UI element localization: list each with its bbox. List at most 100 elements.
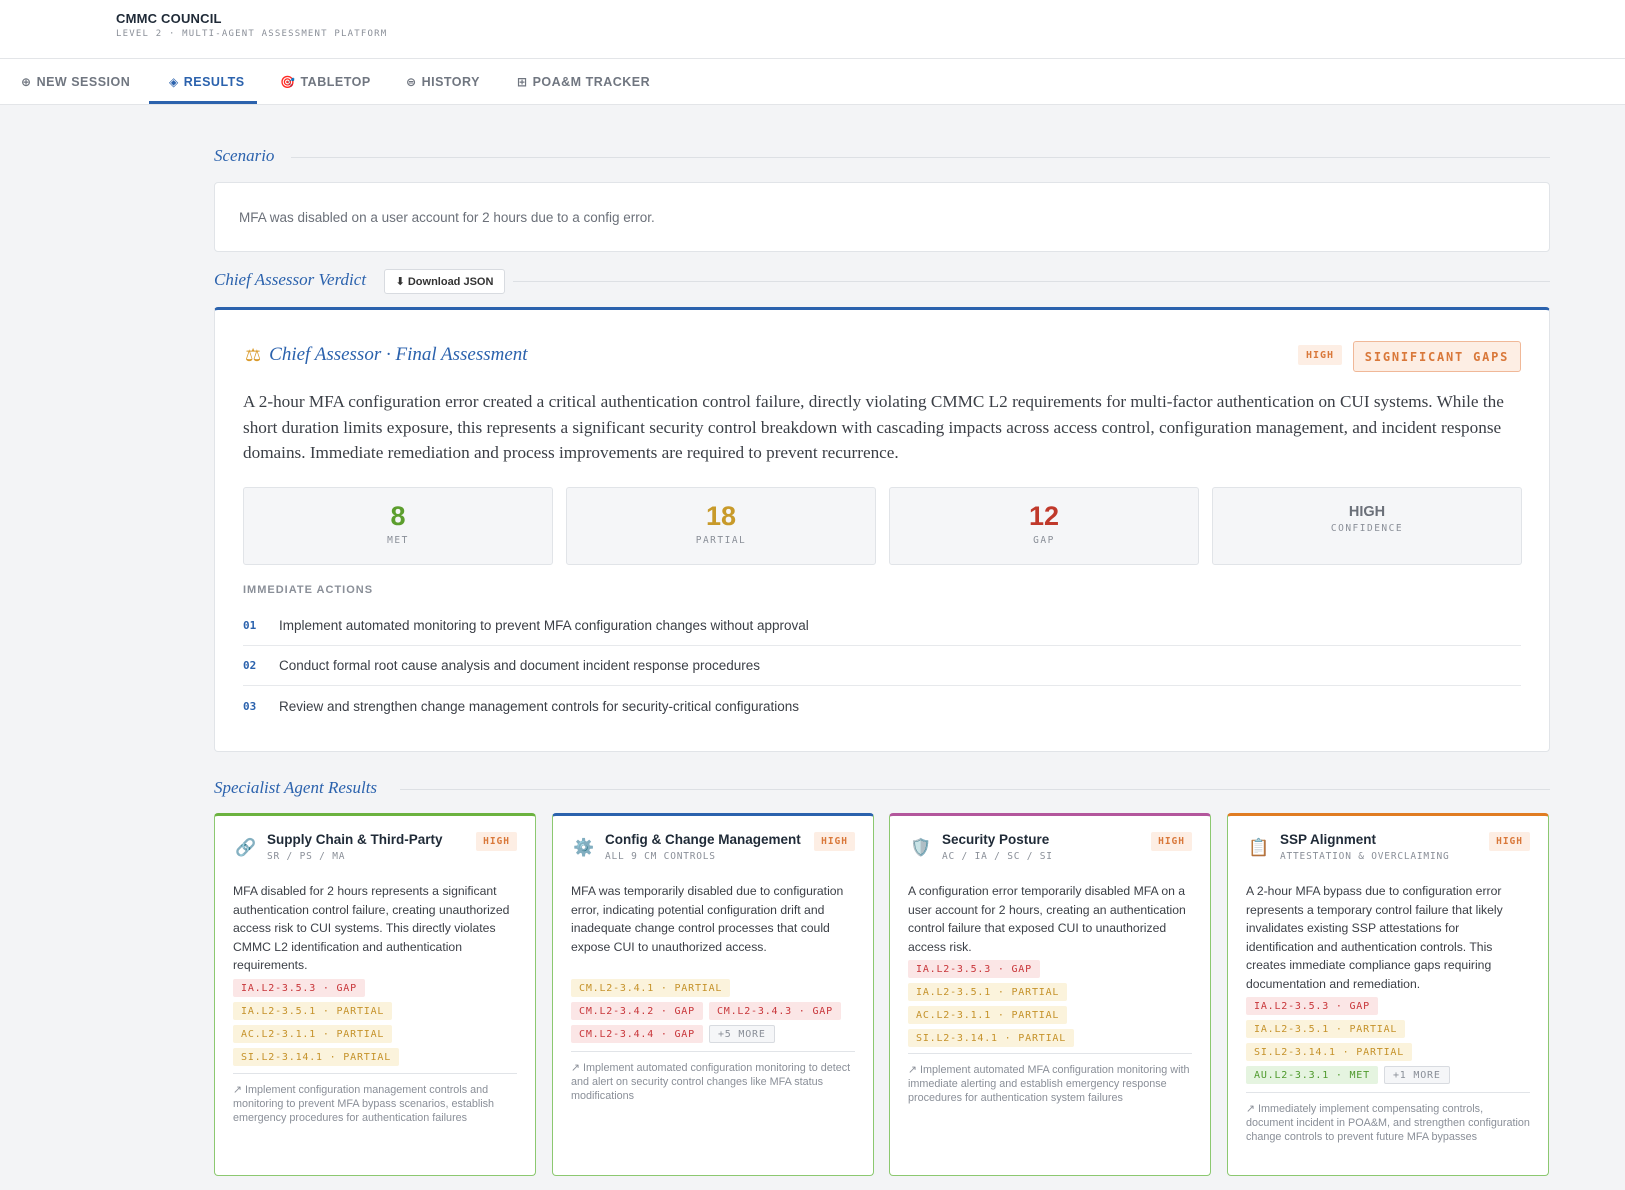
tab-results[interactable]: ◈ RESULTS bbox=[169, 59, 245, 105]
stat-met: 8 MET bbox=[243, 487, 553, 565]
control-tag: SI.L2-3.14.1 · PARTIAL bbox=[908, 1029, 1075, 1047]
control-tags: IA.L2-3.5.3 · GAP IA.L2-3.5.1 · PARTIAL … bbox=[1246, 997, 1534, 1084]
agent-card-ssp-alignment[interactable]: 📋 SSP Alignment ATTESTATION & OVERCLAIMI… bbox=[1227, 813, 1549, 1176]
shield-icon: 🛡️ bbox=[910, 838, 932, 857]
divider bbox=[1246, 1092, 1530, 1093]
agent-name: Supply Chain & Third-Party bbox=[267, 832, 443, 847]
action-number: 02 bbox=[243, 659, 257, 672]
agent-recommendation: ↗ Implement automated configuration moni… bbox=[571, 1062, 851, 1102]
tab-tabletop[interactable]: 🎯 TABLETOP bbox=[280, 59, 371, 105]
control-tag: IA.L2-3.5.1 · PARTIAL bbox=[1246, 1020, 1406, 1038]
brand: CMMC COUNCIL LEVEL 2 · MULTI-AGENT ASSES… bbox=[116, 11, 387, 39]
agent-recommendation: ↗ Implement automated MFA configuration … bbox=[908, 1064, 1190, 1104]
scenario-text: MFA was disabled on a user account for 2… bbox=[239, 210, 655, 225]
stat-partial: 18 PARTIAL bbox=[566, 487, 876, 565]
stat-gap-value: 12 bbox=[1028, 501, 1060, 531]
agent-recommendation: ↗ Immediately implement compensating con… bbox=[1246, 1103, 1530, 1143]
control-tags: CM.L2-3.4.1 · PARTIAL CM.L2-3.4.2 · GAP … bbox=[571, 979, 859, 1043]
control-tag: SI.L2-3.14.1 · PARTIAL bbox=[1246, 1043, 1413, 1061]
more-tags-button[interactable]: +1 MORE bbox=[1383, 1066, 1450, 1084]
tag-row: AU.L2-3.3.1 · MET +1 MORE bbox=[1246, 1066, 1450, 1084]
action-number: 01 bbox=[243, 619, 257, 632]
agent-summary: MFA was temporarily disabled due to conf… bbox=[571, 884, 844, 954]
control-tag: IA.L2-3.5.3 · GAP bbox=[1246, 997, 1378, 1015]
control-tag: CM.L2-3.4.1 · PARTIAL bbox=[571, 979, 731, 997]
agent-summary: MFA disabled for 2 hours represents a si… bbox=[233, 884, 510, 972]
tab-history[interactable]: ⊜ HISTORY bbox=[406, 59, 480, 105]
action-item: 01 Implement automated monitoring to pre… bbox=[243, 606, 1521, 646]
agent-card-supply-chain[interactable]: 🔗 Supply Chain & Third-Party SR / PS / M… bbox=[214, 813, 536, 1176]
stat-gap: 12 GAP bbox=[889, 487, 1199, 565]
agent-scope: ALL 9 CM CONTROLS bbox=[605, 851, 716, 862]
target-icon: 🎯 bbox=[280, 75, 296, 89]
agent-name: Config & Change Management bbox=[605, 832, 801, 847]
agent-scope: SR / PS / MA bbox=[267, 851, 346, 862]
scales-icon: ⚖ bbox=[245, 344, 262, 365]
verdict-title: ⚖ Chief Assessor · Final Assessment bbox=[245, 344, 528, 366]
stat-met-value: 8 bbox=[390, 501, 406, 531]
agent-confidence-badge: HIGH bbox=[476, 832, 517, 851]
verdict-title-text: Chief Assessor · Final Assessment bbox=[269, 344, 528, 365]
control-tags: IA.L2-3.5.3 · GAP IA.L2-3.5.1 · PARTIAL … bbox=[233, 979, 521, 1066]
tab-label: RESULTS bbox=[183, 75, 245, 89]
agent-name: SSP Alignment bbox=[1280, 832, 1377, 847]
link-icon: 🔗 bbox=[235, 838, 257, 857]
divider bbox=[908, 1053, 1192, 1054]
tab-label: POA&M TRACKER bbox=[532, 75, 651, 89]
control-tag: CM.L2-3.4.2 · GAP bbox=[571, 1002, 703, 1020]
control-tag: AC.L2-3.1.1 · PARTIAL bbox=[908, 1006, 1068, 1024]
verdict-summary: A 2-hour MFA configuration error created… bbox=[243, 392, 1504, 462]
confidence-badge: HIGH bbox=[1298, 345, 1343, 365]
action-text: Implement automated monitoring to preven… bbox=[279, 618, 809, 633]
control-tag: IA.L2-3.5.3 · GAP bbox=[908, 960, 1040, 978]
status-badge: SIGNIFICANT GAPS bbox=[1353, 341, 1521, 372]
action-number: 03 bbox=[243, 699, 257, 713]
control-tag: CM.L2-3.4.4 · GAP bbox=[571, 1025, 703, 1043]
control-tag: CM.L2-3.4.3 · GAP bbox=[708, 1002, 841, 1020]
control-tag: AU.L2-3.3.1 · MET bbox=[1246, 1066, 1378, 1084]
agent-card-security-posture[interactable]: 🛡️ Security Posture AC / IA / SC / SI HI… bbox=[889, 813, 1211, 1176]
scenario-heading: Scenario bbox=[214, 146, 275, 165]
stat-gap-label: GAP bbox=[1033, 535, 1055, 546]
top-bar: CMMC COUNCIL LEVEL 2 · MULTI-AGENT ASSES… bbox=[0, 0, 1625, 59]
agent-recommendation: ↗ Implement configuration management con… bbox=[233, 1084, 495, 1124]
verdict-card: ⚖ Chief Assessor · Final Assessment HIGH… bbox=[214, 307, 1550, 752]
verdict-heading: Chief Assessor Verdict bbox=[214, 270, 367, 289]
more-tags-button[interactable]: +5 MORE bbox=[708, 1025, 775, 1043]
stat-confidence-label: CONFIDENCE bbox=[1330, 523, 1404, 534]
divider bbox=[400, 789, 1550, 790]
control-tag: SI.L2-3.14.1 · PARTIAL bbox=[233, 1048, 400, 1066]
divider bbox=[233, 1073, 517, 1074]
action-text: Conduct formal root cause analysis and d… bbox=[279, 658, 761, 673]
scenario-card: MFA was disabled on a user account for 2… bbox=[214, 182, 1550, 252]
history-icon: ⊜ bbox=[406, 75, 417, 89]
control-tag: IA.L2-3.5.1 · PARTIAL bbox=[233, 1002, 393, 1020]
diamond-icon: ◈ bbox=[169, 75, 179, 89]
globe-plus-icon: ⊕ bbox=[21, 75, 32, 89]
specialists-heading: Specialist Agent Results bbox=[214, 778, 378, 797]
agent-summary: A configuration error temporarily disabl… bbox=[908, 884, 1186, 954]
stat-partial-label: PARTIAL bbox=[695, 535, 747, 546]
control-tag: IA.L2-3.5.1 · PARTIAL bbox=[908, 983, 1068, 1001]
grid-icon: ⊞ bbox=[517, 75, 528, 89]
agent-name: Security Posture bbox=[942, 832, 1050, 847]
agent-summary: A 2-hour MFA bypass due to configuration… bbox=[1246, 884, 1503, 991]
download-json-button[interactable]: ⬇ Download JSON bbox=[384, 269, 505, 294]
agent-scope: AC / IA / SC / SI bbox=[942, 851, 1053, 862]
tab-poam-tracker[interactable]: ⊞ POA&M TRACKER bbox=[517, 59, 650, 105]
immediate-actions-label: IMMEDIATE ACTIONS bbox=[243, 584, 374, 596]
stat-partial-value: 18 bbox=[705, 501, 737, 531]
clipboard-icon: 📋 bbox=[1248, 838, 1270, 857]
action-item: 03 Review and strengthen change manageme… bbox=[243, 686, 1521, 726]
agent-scope: ATTESTATION & OVERCLAIMING bbox=[1280, 851, 1450, 862]
agent-card-config-change[interactable]: ⚙️ Config & Change Management ALL 9 CM C… bbox=[552, 813, 874, 1176]
brand-title: CMMC COUNCIL bbox=[116, 11, 222, 26]
divider bbox=[513, 281, 1550, 282]
tab-label: NEW SESSION bbox=[36, 75, 131, 89]
control-tags: IA.L2-3.5.3 · GAP IA.L2-3.5.1 · PARTIAL … bbox=[908, 960, 1196, 1047]
tab-new-session[interactable]: ⊕ NEW SESSION bbox=[21, 59, 130, 105]
tab-bar: ⊕ NEW SESSION ◈ RESULTS 🎯 TABLETOP ⊜ HIS… bbox=[0, 59, 1625, 105]
agent-confidence-badge: HIGH bbox=[1151, 832, 1192, 851]
active-tab-indicator bbox=[149, 101, 257, 104]
divider bbox=[571, 1051, 855, 1052]
